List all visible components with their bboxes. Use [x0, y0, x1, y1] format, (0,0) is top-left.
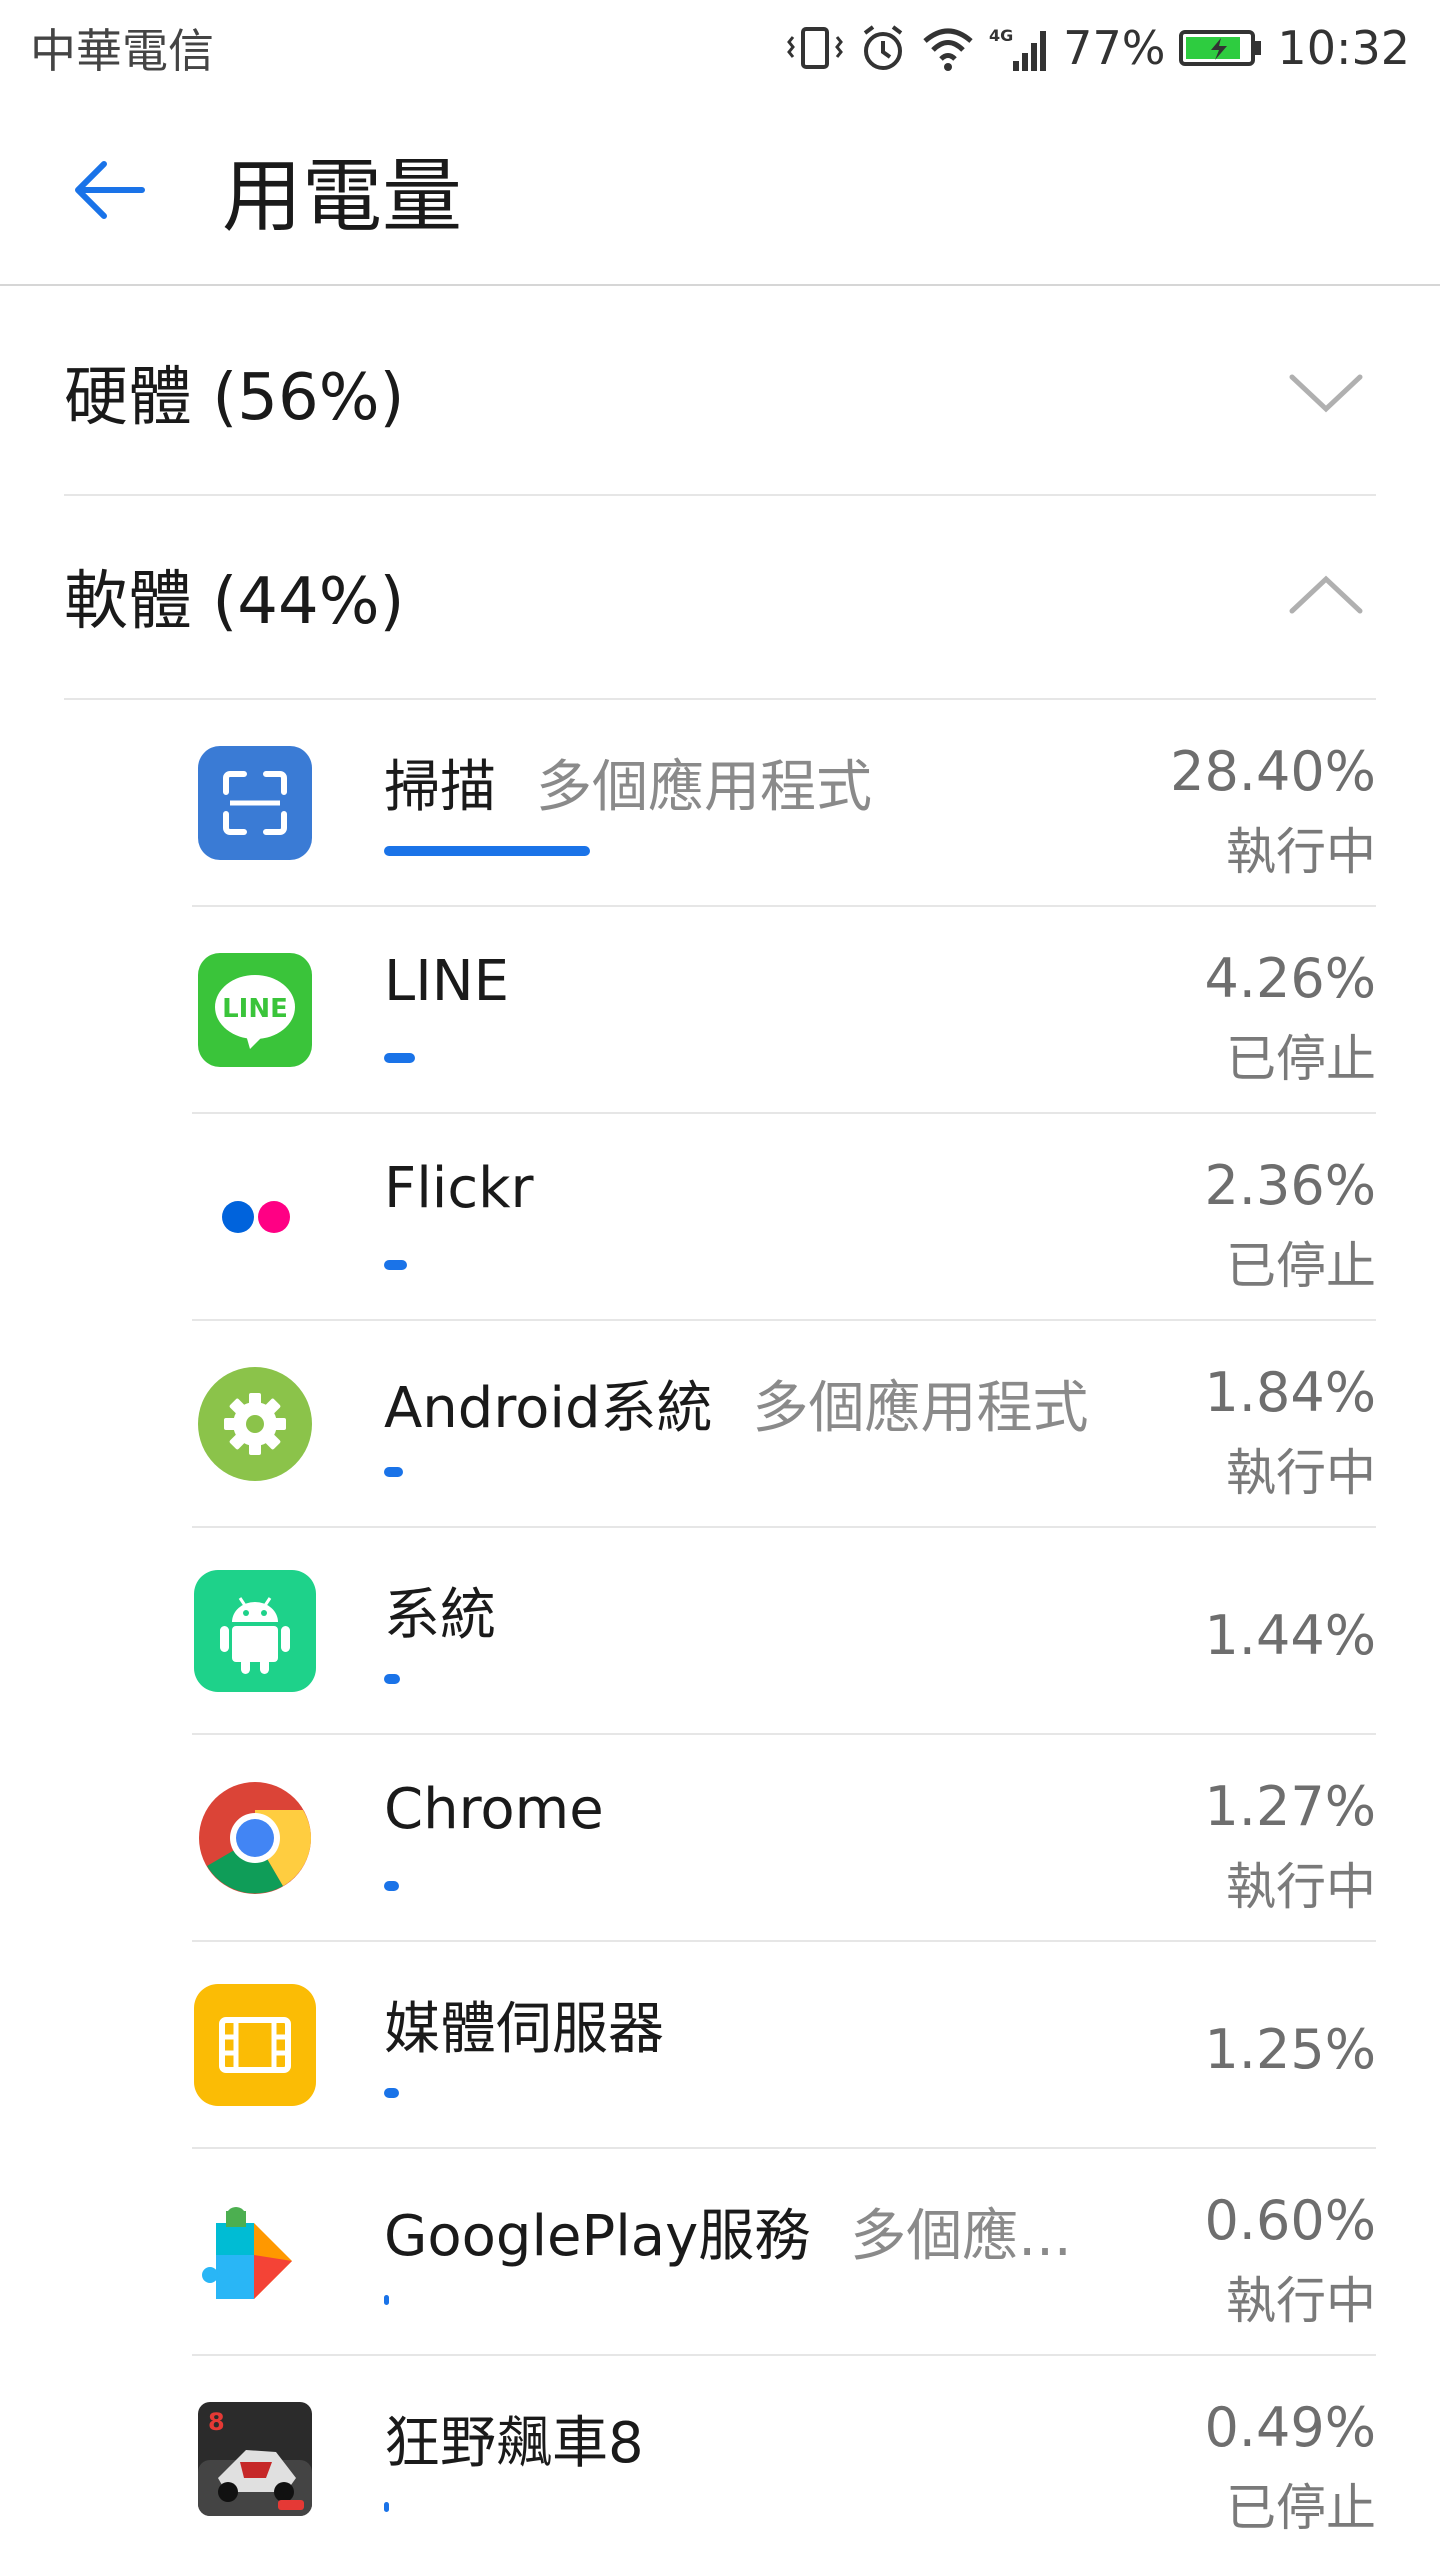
usage-percent: 4.26%: [1204, 947, 1376, 1010]
app-state: 執行中: [1226, 823, 1376, 881]
battery-charging-icon: [1179, 28, 1263, 68]
app-name: GooglePlay服務 多個應...: [384, 2204, 1072, 2269]
film-icon: [192, 1982, 318, 2108]
signal-icon: 4G: [989, 23, 1049, 73]
usage-percent: 28.40%: [1170, 740, 1376, 803]
app-row-google-play-services[interactable]: GooglePlay服務 多個應... 0.60% 執行中: [192, 2149, 1376, 2356]
app-name: 系統: [384, 1583, 496, 1648]
status-icons: 4G 77% 10:32: [785, 21, 1410, 75]
app-row-scan[interactable]: 掃描 多個應用程式 28.40% 執行中: [192, 700, 1376, 907]
android-settings-icon: [192, 1361, 318, 1487]
arrow-left-icon: [75, 161, 145, 219]
svg-text:8: 8: [208, 2408, 225, 2436]
usage-bar: [384, 1260, 407, 1270]
svg-text:LINE: LINE: [222, 994, 288, 1024]
app-name: Chrome: [384, 1777, 604, 1842]
app-usage-list: 掃描 多個應用程式 28.40% 執行中 LINE LINE 4.26% 已停止 …: [192, 700, 1376, 2563]
usage-bar: [384, 1053, 415, 1063]
app-state: 已停止: [1226, 2479, 1376, 2537]
app-subtitle: 多個應用程式: [752, 1376, 1089, 1441]
usage-bar: [384, 2295, 389, 2305]
clock: 10:32: [1277, 21, 1410, 75]
app-name: 媒體伺服器: [384, 1997, 664, 2062]
usage-percent: 1.25%: [1204, 2018, 1376, 2081]
svg-text:4G: 4G: [989, 26, 1013, 45]
app-name: Android系統 多個應用程式: [384, 1376, 1089, 1441]
app-state: 執行中: [1226, 2272, 1376, 2330]
wifi-icon: [921, 23, 975, 73]
chrome-icon: [192, 1775, 318, 1901]
usage-bar: [384, 2502, 389, 2512]
flickr-icon: [192, 1154, 318, 1280]
usage-bar: [384, 1467, 403, 1477]
app-row-android-system[interactable]: Android系統 多個應用程式 1.84% 執行中: [192, 1321, 1376, 1528]
vibrate-icon: [785, 23, 845, 73]
app-subtitle: 多個應用程式: [536, 755, 872, 820]
hardware-section-label: 硬體 (56%): [64, 361, 405, 435]
software-section-label: 軟體 (44%): [64, 565, 405, 639]
usage-bar: [384, 1881, 399, 1891]
usage-bar: [384, 1674, 400, 1684]
usage-percent: 1.27%: [1204, 1775, 1376, 1838]
android-robot-icon: [192, 1568, 318, 1694]
app-row-system[interactable]: 系統 1.44%: [192, 1528, 1376, 1735]
usage-percent: 0.60%: [1204, 2189, 1376, 2252]
app-state: 已停止: [1226, 1237, 1376, 1295]
alarm-icon: [859, 23, 907, 73]
chevron-up-icon: [1286, 556, 1366, 636]
app-row-asphalt-8[interactable]: 8 狂野飆車8 0.49% 已停止: [192, 2356, 1376, 2563]
battery-percent: 77%: [1063, 21, 1166, 75]
asphalt-8-icon: 8: [192, 2396, 318, 2522]
app-name: LINE: [384, 949, 509, 1014]
app-bar: 用電量: [0, 96, 1440, 286]
usage-bar: [384, 846, 590, 856]
software-section-header[interactable]: 軟體 (44%): [64, 494, 1376, 700]
hardware-section-header[interactable]: 硬體 (56%): [64, 290, 1376, 496]
carrier-name: 中華電信: [30, 24, 214, 78]
back-button[interactable]: [60, 140, 160, 240]
app-state: 執行中: [1226, 1444, 1376, 1502]
app-state: 已停止: [1226, 1030, 1376, 1088]
scan-icon: [192, 740, 318, 866]
app-row-media-server[interactable]: 媒體伺服器 1.25%: [192, 1942, 1376, 2149]
app-name: Flickr: [384, 1156, 534, 1221]
app-name: 狂野飆車8: [384, 2411, 644, 2476]
app-row-chrome[interactable]: Chrome 1.27% 執行中: [192, 1735, 1376, 1942]
status-bar: 中華電信 4G 77% 10:32: [0, 0, 1440, 96]
app-name: 掃描 多個應用程式: [384, 755, 872, 820]
usage-percent: 0.49%: [1204, 2396, 1376, 2459]
app-row-flickr[interactable]: Flickr 2.36% 已停止: [192, 1114, 1376, 1321]
google-play-services-icon: [192, 2189, 318, 2315]
usage-bar: [384, 2088, 399, 2098]
page-title: 用電量: [222, 150, 462, 243]
usage-percent: 1.84%: [1204, 1361, 1376, 1424]
usage-percent: 1.44%: [1204, 1604, 1376, 1667]
chevron-down-icon: [1286, 352, 1366, 432]
line-icon: LINE: [192, 947, 318, 1073]
usage-percent: 2.36%: [1204, 1154, 1376, 1217]
app-subtitle: 多個應...: [850, 2204, 1072, 2269]
app-state: 執行中: [1226, 1858, 1376, 1916]
app-row-line[interactable]: LINE LINE 4.26% 已停止: [192, 907, 1376, 1114]
